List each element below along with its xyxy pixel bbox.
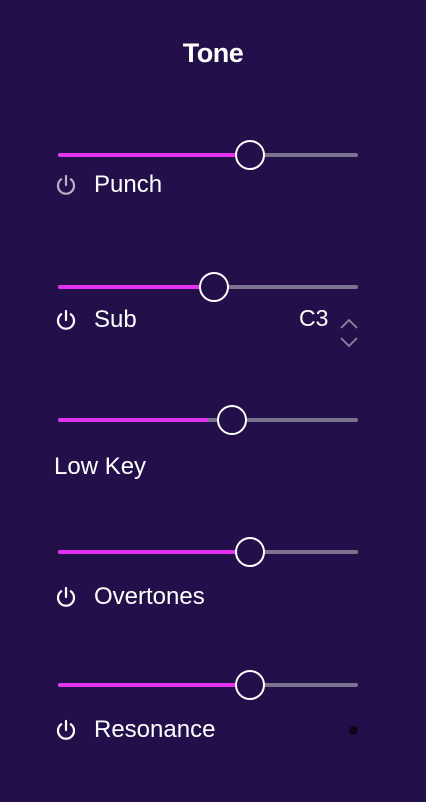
key-stepper — [338, 315, 360, 351]
resonance-label: Resonance — [94, 716, 216, 743]
power-icon[interactable] — [54, 718, 78, 742]
slider-fill — [58, 683, 250, 687]
power-icon[interactable] — [54, 585, 78, 609]
low-key-slider[interactable] — [58, 405, 358, 435]
overtones-label: Overtones — [94, 583, 205, 610]
slider-fill — [58, 418, 208, 422]
slider-fill — [58, 285, 214, 289]
punch-label: Punch — [94, 171, 163, 198]
chevron-down-icon[interactable] — [338, 333, 360, 351]
punch-slider[interactable] — [58, 140, 358, 170]
slider-thumb[interactable] — [235, 670, 265, 700]
resonance-slider[interactable] — [58, 670, 358, 700]
slider-thumb[interactable] — [235, 140, 265, 170]
slider-fill — [58, 550, 250, 554]
slider-fill — [58, 153, 250, 157]
power-icon[interactable] — [54, 308, 78, 332]
low-key-label: Low Key — [54, 453, 147, 480]
page-title: Tone — [182, 38, 244, 68]
slider-thumb[interactable] — [199, 272, 229, 302]
overtones-control: Overtones — [0, 537, 426, 647]
low-key-control: Low Key — [0, 405, 426, 515]
slider-thumb[interactable] — [235, 537, 265, 567]
sub-key-value: C3 — [299, 305, 329, 331]
resonance-control: Resonance — [0, 670, 426, 780]
punch-control: Punch — [0, 140, 426, 250]
power-icon[interactable] — [54, 173, 78, 197]
sub-slider[interactable] — [58, 272, 358, 302]
chevron-up-icon[interactable] — [338, 315, 360, 333]
overtones-slider[interactable] — [58, 537, 358, 567]
sub-control: Sub C3 — [0, 272, 426, 382]
sub-label: Sub — [94, 306, 137, 333]
dot-indicator-icon — [349, 726, 358, 735]
slider-thumb[interactable] — [217, 405, 247, 435]
